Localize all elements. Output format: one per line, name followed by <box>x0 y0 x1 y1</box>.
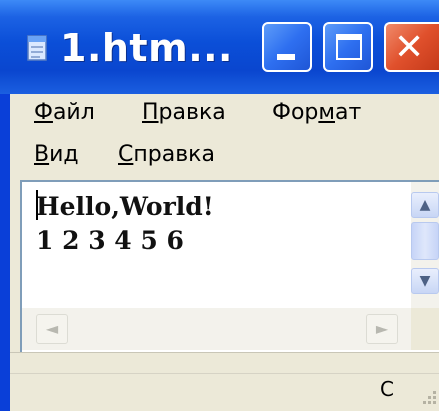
menu-view[interactable]: Вид <box>34 142 79 167</box>
menu-edit[interactable]: Правка <box>142 100 226 125</box>
menu-help[interactable]: Справка <box>118 142 215 167</box>
title-bar[interactable]: 1.htm... ✕ <box>0 0 439 94</box>
editor-line: 1 2 3 4 5 6 <box>36 226 184 255</box>
menu-file[interactable]: Файл <box>34 100 95 125</box>
status-divider <box>10 373 439 374</box>
client-area: Файл Правка Формат Вид Справка Hello,Wor… <box>10 94 439 411</box>
scroll-left-button[interactable]: ◄ <box>36 314 68 344</box>
status-text: С <box>380 377 394 401</box>
text-caret <box>36 190 38 220</box>
resize-grip-icon[interactable] <box>418 387 438 407</box>
editor-text-area[interactable]: Hello,World! 1 2 3 4 5 6 <box>22 182 392 308</box>
menu-format[interactable]: Формат <box>272 100 361 125</box>
scroll-down-button[interactable]: ▼ <box>411 268 439 294</box>
text-editor[interactable]: Hello,World! 1 2 3 4 5 6 ▲ ▼ ◄ ► <box>20 180 439 352</box>
maximize-icon <box>336 34 362 60</box>
close-icon: ✕ <box>394 27 425 68</box>
minimize-button[interactable] <box>262 22 312 72</box>
notepad-icon <box>27 35 47 61</box>
editor-line: Hello,World! <box>36 192 214 221</box>
status-bar: С <box>10 352 439 411</box>
menu-bar: Файл Правка Формат Вид Справка <box>10 94 439 180</box>
scrollbar-corner <box>411 308 439 350</box>
vertical-scrollbar[interactable]: ▲ ▼ <box>411 182 439 308</box>
scroll-right-button[interactable]: ► <box>366 314 398 344</box>
close-button[interactable]: ✕ <box>384 22 439 72</box>
maximize-button[interactable] <box>323 22 373 72</box>
notepad-window: 1.htm... ✕ Файл Правка Формат Вид Справк… <box>0 0 439 411</box>
minimize-icon <box>277 54 295 60</box>
scroll-up-button[interactable]: ▲ <box>411 192 439 218</box>
window-title: 1.htm... <box>60 26 233 70</box>
horizontal-scrollbar[interactable]: ◄ ► <box>22 308 411 350</box>
vertical-scroll-thumb[interactable] <box>411 222 439 260</box>
